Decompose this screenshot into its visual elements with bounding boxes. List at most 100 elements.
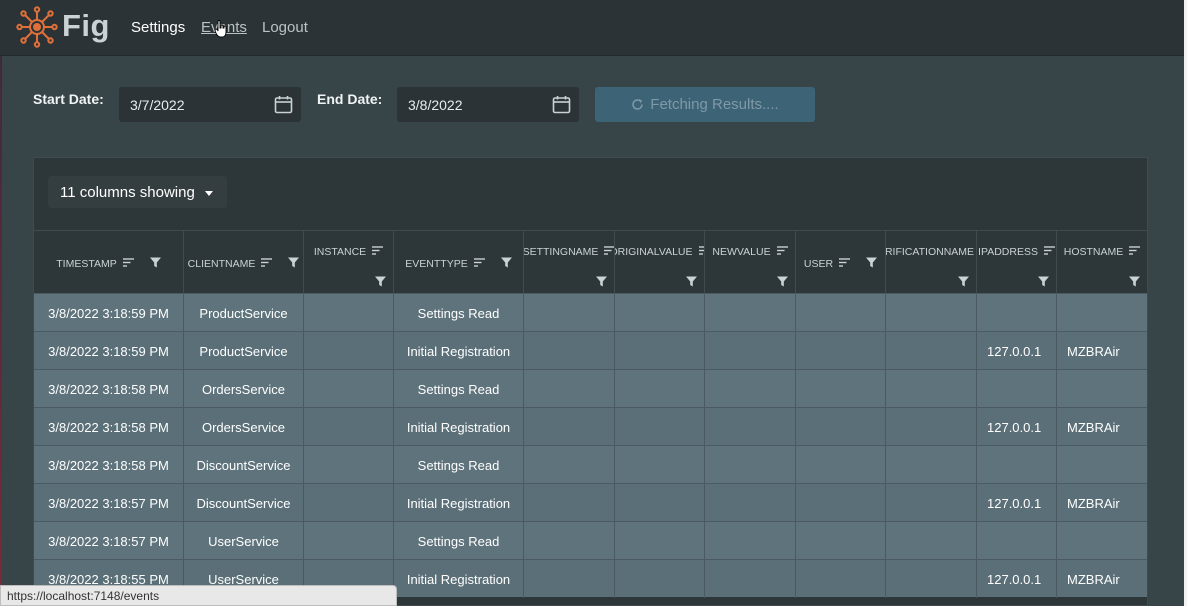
cell-ipaddress [977, 522, 1057, 560]
cell-ipaddress [977, 294, 1057, 332]
sort-icon[interactable] [261, 258, 273, 270]
cell-verificationname [886, 408, 977, 446]
cell-settingname [524, 332, 615, 370]
cell-user [796, 370, 886, 408]
sort-icon[interactable] [839, 258, 851, 270]
grid-body: 3/8/2022 3:18:59 PM ProductService Setting… [34, 293, 1147, 598]
sort-icon[interactable] [122, 258, 134, 270]
sort-icon[interactable] [372, 246, 384, 258]
cell-eventtype: Settings Read [394, 446, 524, 484]
cell-timestamp: 3/8/2022 3:18:58 PM [34, 408, 184, 446]
cell-verificationname [886, 294, 977, 332]
brand-name: Fig [62, 8, 110, 43]
cell-user [796, 446, 886, 484]
filter-icon[interactable] [777, 276, 788, 290]
cell-newvalue [705, 294, 796, 332]
start-date-label: Start Date: [33, 91, 104, 107]
column-header-settingname[interactable]: SETTINGNAME [524, 231, 615, 294]
table-row[interactable]: 3/8/2022 3:18:59 PM ProductService Setting… [34, 293, 1147, 332]
sort-icon[interactable] [1129, 246, 1141, 258]
column-header-timestamp[interactable]: TIMESTAMP [34, 231, 184, 294]
end-date-input[interactable]: 3/8/2022 [397, 87, 579, 122]
column-header-instance[interactable]: INSTANCE [304, 231, 394, 294]
column-header-originalvalue[interactable]: ORIGINALVALUE [615, 231, 705, 294]
filter-icon[interactable] [866, 257, 878, 271]
filter-icon[interactable] [686, 276, 697, 290]
column-header-clientname[interactable]: CLIENTNAME [184, 231, 304, 294]
cell-settingname [524, 522, 615, 560]
cell-ipaddress: 127.0.0.1 [977, 408, 1057, 446]
column-header-eventtype[interactable]: EVENTTYPE [394, 231, 524, 294]
table-row[interactable]: 3/8/2022 3:18:57 PM UserService Settings R… [34, 521, 1147, 560]
nav-logout-link[interactable]: Logout [262, 19, 308, 36]
cell-clientname: OrdersService [184, 408, 304, 446]
column-header-label: IPADDRESS [978, 246, 1038, 258]
cell-newvalue [705, 522, 796, 560]
cell-settingname [524, 484, 615, 522]
table-row[interactable]: 3/8/2022 3:18:58 PM DiscountService Settin… [34, 445, 1147, 484]
cell-hostname [1057, 446, 1147, 484]
table-row[interactable]: 3/8/2022 3:18:58 PM OrdersService Settings… [34, 369, 1147, 408]
column-header-hostname[interactable]: HOSTNAME [1057, 231, 1147, 294]
filter-icon[interactable] [500, 257, 512, 271]
cell-timestamp: 3/8/2022 3:18:57 PM [34, 484, 184, 522]
cell-verificationname [886, 370, 977, 408]
start-date-input[interactable]: 3/7/2022 [119, 87, 301, 122]
cell-instance [304, 446, 394, 484]
cell-clientname: UserService [184, 522, 304, 560]
cell-hostname [1057, 522, 1147, 560]
cell-clientname: ProductService [184, 332, 304, 370]
cell-eventtype: Settings Read [394, 294, 524, 332]
cell-verificationname [886, 560, 977, 598]
table-row[interactable]: 3/8/2022 3:18:57 PM DiscountService Initia… [34, 483, 1147, 522]
column-header-verificationname[interactable]: VERIFICATIONNAME [886, 231, 977, 294]
columns-showing-dropdown[interactable]: 11 columns showing [48, 176, 227, 208]
calendar-icon[interactable] [552, 95, 571, 114]
filter-icon[interactable] [1129, 276, 1140, 290]
cell-timestamp: 3/8/2022 3:18:57 PM [34, 522, 184, 560]
cell-hostname: MZBRAir [1057, 332, 1147, 370]
filter-icon[interactable] [1038, 276, 1049, 290]
cell-instance [304, 294, 394, 332]
nav-settings-link[interactable]: Settings [131, 19, 185, 36]
cell-eventtype: Initial Registration [394, 408, 524, 446]
cell-originalvalue [615, 484, 705, 522]
column-header-ipaddress[interactable]: IPADDRESS [977, 231, 1057, 294]
cell-hostname [1057, 294, 1147, 332]
column-header-user[interactable]: USER [796, 231, 886, 294]
events-grid: 11 columns showing TIMESTAMP CLIENTNAME IN… [33, 157, 1148, 606]
sort-icon[interactable] [776, 246, 788, 258]
cell-hostname [1057, 370, 1147, 408]
browser-status-url: https://localhost:7148/events [0, 585, 397, 606]
filter-icon[interactable] [958, 276, 969, 290]
cell-settingname [524, 560, 615, 598]
cell-newvalue [705, 370, 796, 408]
cell-newvalue [705, 332, 796, 370]
filter-icon[interactable] [149, 257, 161, 271]
column-header-label: NEWVALUE [712, 246, 771, 258]
sort-icon[interactable] [473, 258, 485, 270]
cell-instance [304, 408, 394, 446]
column-header-label: USER [803, 258, 834, 270]
columns-showing-label: 11 columns showing [60, 183, 195, 201]
cell-verificationname [886, 332, 977, 370]
top-nav: Fig Settings Events Logout [0, 0, 1184, 56]
cell-instance [304, 484, 394, 522]
filter-icon[interactable] [596, 276, 607, 290]
column-header-label: ORIGINALVALUE [615, 246, 693, 258]
table-row[interactable]: 3/8/2022 3:18:58 PM OrdersService Initial … [34, 407, 1147, 446]
cell-user [796, 560, 886, 598]
cell-newvalue [705, 560, 796, 598]
filter-icon[interactable] [375, 276, 386, 290]
sort-icon[interactable] [1043, 246, 1055, 258]
hand-cursor-icon [214, 20, 227, 38]
column-header-newvalue[interactable]: NEWVALUE [705, 231, 796, 294]
cell-originalvalue [615, 408, 705, 446]
sort-icon[interactable] [604, 246, 614, 258]
table-row[interactable]: 3/8/2022 3:18:59 PM ProductService Initial… [34, 331, 1147, 370]
calendar-icon[interactable] [274, 95, 293, 114]
fetch-results-label: Fetching Results.... [650, 96, 779, 113]
cell-originalvalue [615, 446, 705, 484]
filter-icon[interactable] [288, 257, 300, 271]
fetch-results-button[interactable]: Fetching Results.... [595, 87, 815, 122]
